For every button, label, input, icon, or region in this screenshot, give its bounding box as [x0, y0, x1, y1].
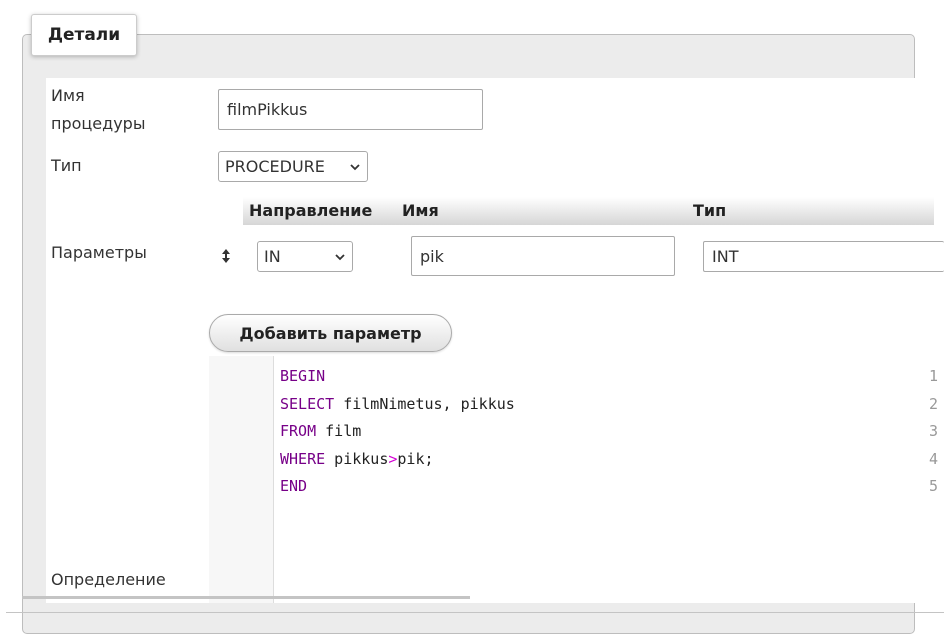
- line-number: 2: [928, 395, 938, 413]
- bottom-divider: [6, 612, 944, 613]
- chevron-down-icon: [335, 253, 345, 260]
- code-line: FROM film: [280, 417, 361, 445]
- code-text: pik;: [397, 450, 434, 468]
- sort-updown-icon[interactable]: [219, 247, 233, 265]
- code-line: END: [280, 472, 307, 500]
- code-keyword: SELECT: [280, 395, 335, 413]
- code-keyword: BEGIN: [280, 367, 326, 385]
- param-header-direction: Направление: [243, 197, 396, 225]
- code-keyword: FROM: [280, 422, 317, 440]
- param-header-type: Тип: [687, 197, 934, 225]
- definition-code-editor[interactable]: 1 2 3 4 5 BEGIN SELECT filmNimetus, pikk…: [209, 356, 944, 603]
- horizontal-scrollbar[interactable]: [22, 596, 470, 599]
- code-text: pikkus: [325, 450, 389, 468]
- code-keyword: END: [280, 477, 308, 495]
- procedure-name-label-line1: Имя: [51, 86, 85, 105]
- code-keyword: WHERE: [280, 450, 326, 468]
- param-direction-select[interactable]: IN: [257, 241, 353, 272]
- param-type-input[interactable]: [703, 241, 944, 272]
- definition-label: Определение: [51, 570, 166, 589]
- param-name-input[interactable]: [411, 236, 675, 276]
- parameters-label: Параметры: [51, 243, 147, 262]
- procedure-type-value: PROCEDURE: [225, 157, 325, 176]
- code-line: WHERE pikkus>pik;: [280, 445, 434, 473]
- code-text: filmNimetus, pikkus: [334, 395, 515, 413]
- param-header-name: Имя: [396, 197, 687, 225]
- procedure-name-label: Имя процедуры: [51, 82, 145, 138]
- add-parameter-button[interactable]: Добавить параметр: [209, 314, 452, 352]
- line-number: 4: [928, 450, 938, 468]
- editor-gutter: [209, 356, 274, 603]
- procedure-name-label-line2: процедуры: [51, 114, 146, 133]
- code-line: BEGIN: [280, 362, 325, 390]
- code-text: film: [316, 422, 362, 440]
- param-direction-value: IN: [264, 247, 281, 266]
- details-legend: Детали: [31, 14, 137, 56]
- procedure-name-input[interactable]: [218, 89, 483, 130]
- chevron-down-icon: [350, 163, 360, 170]
- procedure-type-select[interactable]: PROCEDURE: [218, 151, 368, 182]
- type-label: Тип: [51, 156, 82, 175]
- code-line: SELECT filmNimetus, pikkus: [280, 390, 515, 418]
- line-number: 1: [928, 367, 938, 385]
- line-number: 3: [928, 422, 938, 440]
- line-number: 5: [928, 477, 938, 495]
